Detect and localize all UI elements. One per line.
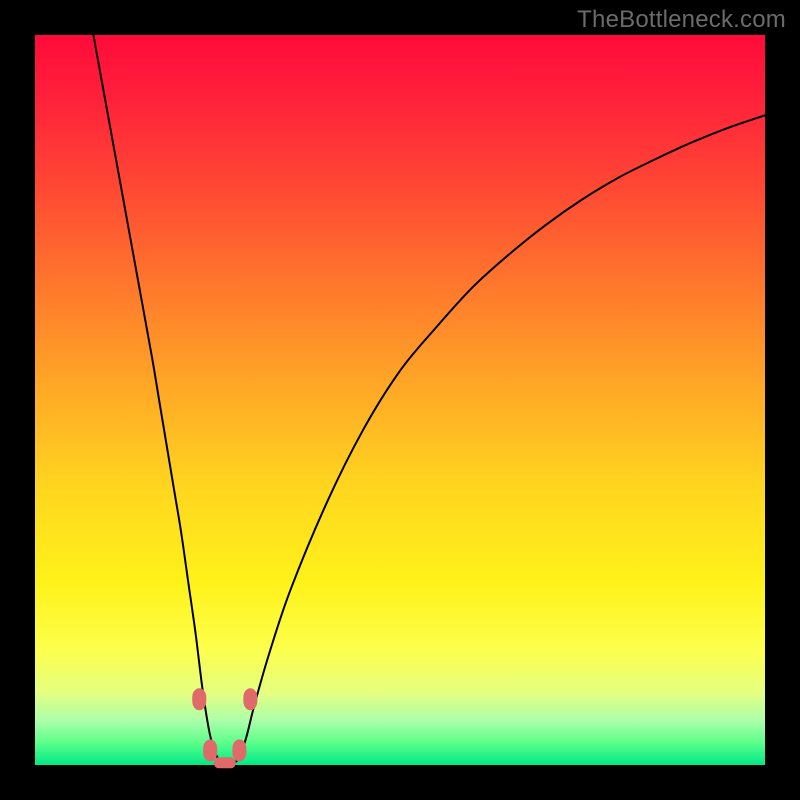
curve-bottom-marker <box>214 757 236 768</box>
markers-group <box>192 688 257 768</box>
chart-frame: TheBottleneck.com <box>0 0 800 800</box>
curve-marker <box>232 739 246 761</box>
watermark-text: TheBottleneck.com <box>577 6 786 34</box>
plot-area <box>35 35 765 765</box>
bottleneck-curve <box>93 35 765 763</box>
curve-svg <box>35 35 765 765</box>
curve-marker <box>192 688 206 710</box>
curve-marker <box>203 739 217 761</box>
curve-marker <box>243 688 257 710</box>
